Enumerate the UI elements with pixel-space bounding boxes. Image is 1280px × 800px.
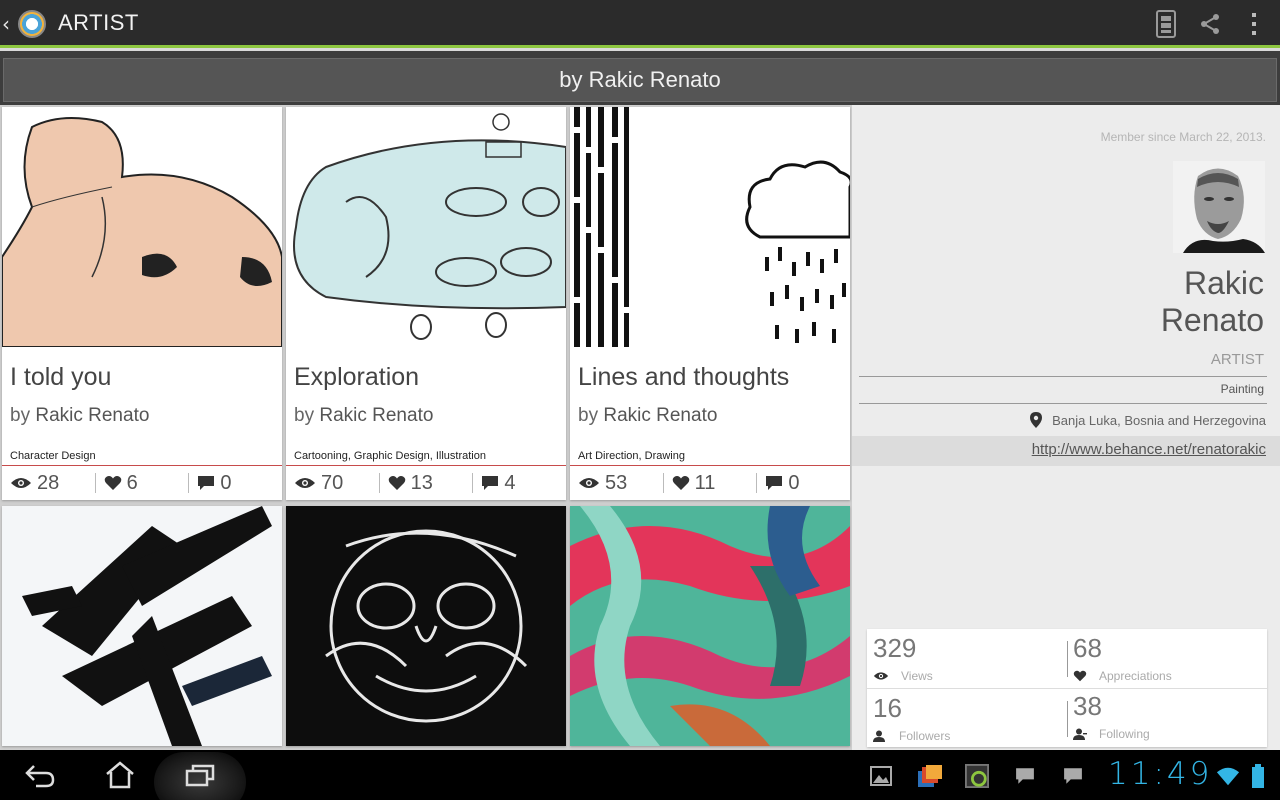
system-navbar: 11:49 <box>0 750 1280 800</box>
comment-icon <box>482 476 499 490</box>
project-stats: 28 6 0 <box>2 469 282 499</box>
project-byline: by Rakic Renato <box>578 405 718 426</box>
project-stats: 53 11 0 <box>570 469 850 499</box>
wifi-icon[interactable] <box>1216 764 1240 788</box>
followers-total[interactable]: 16 Followers <box>867 689 1065 747</box>
artist-location: Banja Luka, Bosnia and Herzegovina <box>1030 412 1266 428</box>
project-title[interactable]: I told you <box>10 363 111 392</box>
eye-icon <box>873 672 889 680</box>
divider <box>2 465 282 466</box>
project-title[interactable]: Exploration <box>294 363 419 392</box>
divider <box>286 465 566 466</box>
project-thumbnail[interactable] <box>570 107 850 347</box>
screenshot-app-icon[interactable] <box>965 764 989 788</box>
battery-icon[interactable] <box>1246 764 1270 788</box>
artist-role: ARTIST <box>1210 351 1264 368</box>
eye-icon <box>11 478 31 488</box>
project-thumbnail[interactable] <box>2 107 282 347</box>
project-card[interactable]: Lines and thoughts by Rakic Renato Art D… <box>570 107 850 500</box>
project-thumbnail[interactable] <box>286 506 566 746</box>
appreciations-stat: 6 <box>96 472 190 494</box>
profile-panel: Member since March 22, 2013. Rakic Renat… <box>852 105 1280 750</box>
status-clock[interactable]: 11:49 <box>1108 756 1212 792</box>
project-thumbnail[interactable] <box>286 107 566 347</box>
back-chevron-icon[interactable]: ‹ <box>2 12 10 36</box>
project-byline: by Rakic Renato <box>10 405 150 426</box>
member-since: Member since March 22, 2013. <box>1100 130 1266 144</box>
website-link[interactable]: http://www.behance.net/renatorakic <box>1032 441 1266 458</box>
appreciations-stat: 11 <box>664 472 758 494</box>
project-byline: by Rakic Renato <box>294 405 434 426</box>
share-icon[interactable] <box>1196 10 1224 38</box>
comments-stat: 0 <box>189 472 282 494</box>
website-row: http://www.behance.net/renatorakic <box>852 436 1280 466</box>
project-fields: Art Direction, Drawing <box>578 450 685 462</box>
action-bar: ‹ ARTIST <box>0 0 1280 48</box>
project-thumbnail[interactable] <box>570 506 850 746</box>
project-stats: 70 13 4 <box>286 469 566 499</box>
project-author[interactable]: Rakic Renato <box>603 405 717 426</box>
tablet-view-icon[interactable] <box>1152 10 1180 38</box>
divider <box>859 403 1267 404</box>
feed-reader-icon[interactable] <box>918 764 942 788</box>
appreciations-total: 68 Appreciations <box>1073 633 1172 683</box>
heart-icon <box>388 476 405 490</box>
eye-icon <box>579 478 599 488</box>
project-card[interactable] <box>570 506 850 746</box>
project-card[interactable]: Exploration by Rakic Renato Cartooning, … <box>286 107 566 500</box>
subheader: by Rakic Renato <box>0 51 1280 105</box>
comments-stat: 0 <box>757 472 850 494</box>
project-author[interactable]: Rakic Renato <box>319 405 433 426</box>
avatar <box>1173 161 1265 253</box>
comment-icon <box>198 476 215 490</box>
notification-message-icon[interactable] <box>1061 764 1085 788</box>
divider <box>570 465 850 466</box>
appreciations-stat: 13 <box>380 472 474 494</box>
location-pin-icon <box>1030 412 1043 428</box>
back-icon[interactable] <box>20 758 60 792</box>
artist-field: Painting <box>1220 382 1264 396</box>
recent-apps-icon[interactable] <box>180 758 220 792</box>
notification-message-icon[interactable] <box>1013 764 1037 788</box>
following-total[interactable]: 38 Following <box>1067 687 1265 745</box>
views-total: 329 Views <box>873 633 933 683</box>
project-card[interactable] <box>286 506 566 746</box>
heart-icon <box>672 476 689 490</box>
project-title[interactable]: Lines and thoughts <box>578 363 789 392</box>
eye-icon <box>295 478 315 488</box>
views-stat: 70 <box>286 472 380 494</box>
user-icon <box>873 730 885 742</box>
overflow-menu-icon[interactable] <box>1240 10 1268 38</box>
views-stat: 53 <box>570 472 664 494</box>
project-author[interactable]: Rakic Renato <box>35 405 149 426</box>
project-fields: Character Design <box>10 450 96 462</box>
project-card[interactable]: I told you by Rakic Renato Character Des… <box>2 107 282 500</box>
page-title: ARTIST <box>58 10 139 35</box>
views-stat: 28 <box>2 472 96 494</box>
divider <box>859 376 1267 377</box>
user-add-icon <box>1073 728 1087 740</box>
project-grid: I told you by Rakic Renato Character Des… <box>0 105 852 750</box>
project-fields: Cartooning, Graphic Design, Illustration <box>294 450 486 462</box>
artist-name: Rakic Renato <box>1160 265 1264 338</box>
comment-icon <box>766 476 783 490</box>
heart-icon <box>1073 670 1087 682</box>
comments-stat: 4 <box>473 472 566 494</box>
project-card[interactable] <box>2 506 282 746</box>
gallery-icon[interactable] <box>869 764 893 788</box>
project-thumbnail[interactable] <box>2 506 282 746</box>
home-icon[interactable] <box>100 758 140 792</box>
profile-stats: 329 Views 68 Appreciations 16 Followers … <box>867 629 1267 747</box>
artist-byline: by Rakic Renato <box>3 58 1277 102</box>
app-logo-icon[interactable] <box>18 10 46 38</box>
heart-icon <box>104 476 121 490</box>
